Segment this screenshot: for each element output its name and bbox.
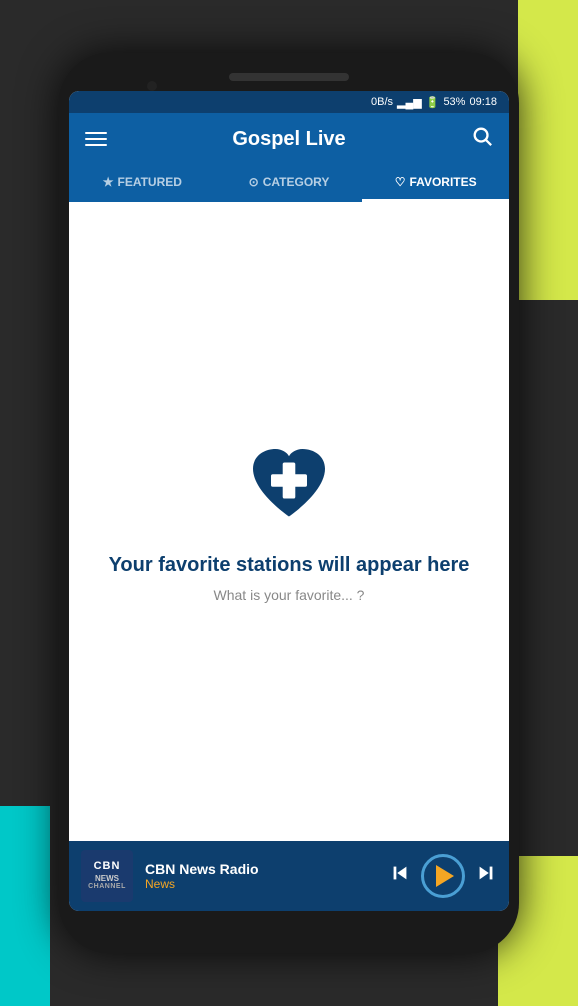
station-genre: News bbox=[145, 877, 377, 891]
bottom-player: CBN NEWS CHANNEL CBN News Radio News bbox=[69, 841, 509, 911]
tab-category[interactable]: ⊙ CATEGORY bbox=[216, 165, 363, 202]
tab-favorites-label: FAVORITES bbox=[410, 175, 477, 189]
bg-decoration-teal bbox=[0, 806, 50, 1006]
hamburger-line-3 bbox=[85, 144, 107, 146]
logo-cbn: CBN bbox=[94, 860, 121, 873]
time-display: 09:18 bbox=[469, 96, 497, 108]
screen: 0B/s ▂▄▆ 🔋 53% 09:18 Gospel Live bbox=[69, 91, 509, 911]
station-logo: CBN NEWS CHANNEL bbox=[81, 850, 133, 902]
tab-featured[interactable]: ★ FEATURED bbox=[69, 165, 216, 202]
tab-featured-label: FEATURED bbox=[117, 175, 181, 189]
menu-button[interactable] bbox=[85, 132, 107, 146]
player-controls bbox=[389, 854, 497, 898]
logo-news: NEWS bbox=[95, 874, 119, 884]
hamburger-line-1 bbox=[85, 132, 107, 134]
speaker bbox=[229, 73, 349, 81]
category-icon: ⊙ bbox=[249, 175, 259, 189]
heart-cross-icon bbox=[244, 440, 334, 530]
featured-icon: ★ bbox=[103, 175, 114, 189]
signal-icon: ▂▄▆ bbox=[397, 96, 422, 109]
tab-favorites[interactable]: ♡ FAVORITES bbox=[362, 165, 509, 202]
app-title: Gospel Live bbox=[232, 128, 345, 151]
empty-state-title: Your favorite stations will appear here bbox=[109, 554, 470, 577]
favorites-icon: ♡ bbox=[395, 175, 406, 189]
hamburger-line-2 bbox=[85, 138, 107, 140]
phone-frame: 0B/s ▂▄▆ 🔋 53% 09:18 Gospel Live bbox=[59, 53, 519, 953]
station-info: CBN News Radio News bbox=[145, 861, 377, 891]
next-button[interactable] bbox=[475, 862, 497, 890]
battery-percent: 53% bbox=[443, 96, 465, 108]
app-bar: Gospel Live bbox=[69, 113, 509, 165]
data-speed: 0B/s bbox=[371, 96, 393, 108]
station-name: CBN News Radio bbox=[145, 861, 377, 877]
play-button[interactable] bbox=[421, 854, 465, 898]
empty-state-subtitle: What is your favorite... ? bbox=[214, 587, 365, 603]
logo-channel: CHANNEL bbox=[88, 883, 126, 891]
tab-category-label: CATEGORY bbox=[263, 175, 330, 189]
bg-decoration-yellow bbox=[518, 0, 578, 300]
status-bar: 0B/s ▂▄▆ 🔋 53% 09:18 bbox=[69, 91, 509, 113]
battery-indicator: 🔋 bbox=[426, 96, 440, 109]
search-button[interactable] bbox=[471, 125, 493, 153]
camera-dot bbox=[147, 81, 157, 91]
tab-bar: ★ FEATURED ⊙ CATEGORY ♡ FAVORITES bbox=[69, 165, 509, 202]
main-content: Your favorite stations will appear here … bbox=[69, 202, 509, 841]
prev-button[interactable] bbox=[389, 862, 411, 890]
